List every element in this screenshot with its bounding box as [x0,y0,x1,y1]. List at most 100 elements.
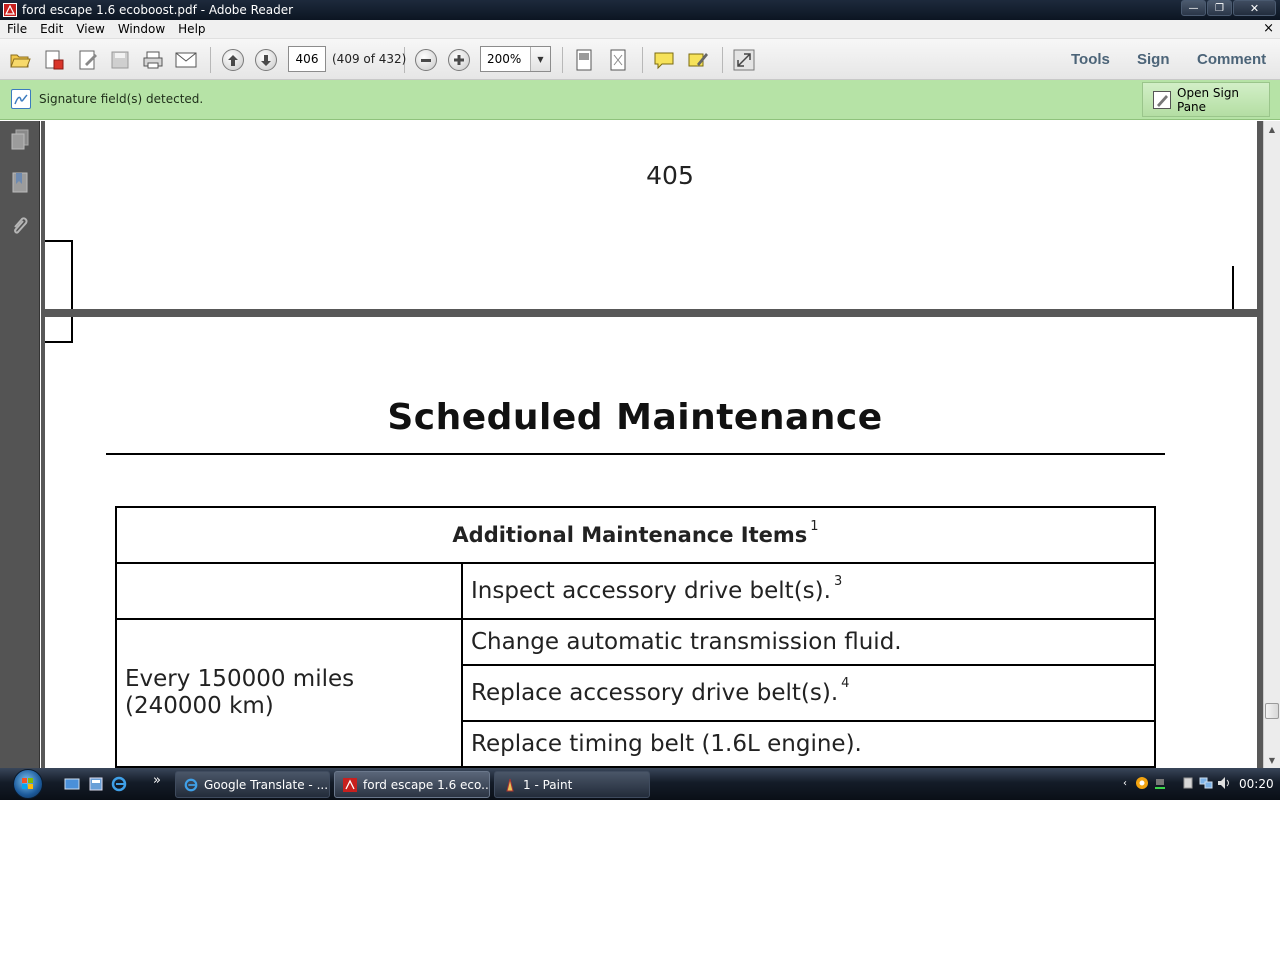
update-notifier-icon[interactable] [1135,776,1149,790]
clock[interactable]: 00:20 [1239,777,1274,791]
adobe-reader-app-icon [3,3,17,17]
previous-page: 405 [45,121,1257,309]
table-row: Every 150000 miles (240000 km) Change au… [115,618,1156,768]
taskbar-button-adobe-reader[interactable]: ford escape 1.6 eco... [334,771,490,798]
toolbar-separator [210,47,211,73]
crop-mark [71,240,73,309]
interval-cell [115,562,463,620]
toolbar-separator [642,47,643,73]
table-header: Additional Maintenance Items 1 [115,506,1156,564]
maximize-button[interactable]: ❐ [1207,0,1232,16]
menu-file[interactable]: File [0,22,33,36]
scrollbar-thumb[interactable] [1265,703,1279,719]
maintenance-table: Additional Maintenance Items 1 Inspect ac… [115,506,1156,768]
screen: ford escape 1.6 ecoboost.pdf - Adobe Rea… [0,0,1280,800]
internet-explorer-icon [183,777,199,793]
close-button[interactable]: ✕ [1233,0,1276,16]
create-pdf-icon[interactable] [42,48,66,72]
minimize-button[interactable]: — [1181,0,1206,16]
title-bar: ford escape 1.6 ecoboost.pdf - Adobe Rea… [0,0,1280,20]
paint-icon [502,777,518,793]
show-desktop-icon[interactable] [64,776,80,792]
internet-explorer-icon[interactable] [111,776,127,792]
taskbar-button-paint[interactable]: 1 - Paint [494,771,650,798]
taskbar: » Google Translate - ... ford escape 1.6… [0,768,1280,800]
start-button[interactable] [9,768,47,800]
next-page-icon[interactable] [254,48,278,72]
show-hidden-icons-icon[interactable]: ‹ [1118,776,1132,790]
page-number-input[interactable]: 406 [288,46,326,72]
attachments-icon[interactable] [9,215,31,237]
print-icon[interactable] [141,48,165,72]
menu-view[interactable]: View [69,22,110,36]
page-count-label: (409 of 432) [332,52,407,66]
document-viewer[interactable]: 405 Scheduled Maintenance Additional Mai… [41,121,1263,768]
table-row: Inspect accessory drive belt(s). 3 [115,562,1156,620]
item-label: Replace timing belt (1.6L engine). [471,731,862,757]
signature-icon [11,89,31,109]
switch-windows-icon[interactable] [88,776,104,792]
item-label: Replace accessory drive belt(s). [471,680,839,706]
crop-mark [71,317,73,343]
scroll-up-icon[interactable]: ▲ [1264,121,1280,137]
scroll-down-icon[interactable]: ▼ [1264,752,1280,768]
item-cell: Change automatic transmission fluid. [461,618,1156,666]
fit-page-icon[interactable] [606,48,630,72]
close-document-button[interactable]: × [1263,21,1274,36]
full-screen-icon[interactable] [732,48,756,72]
zoom-value: 200% [487,52,522,66]
tools-link[interactable]: Tools [1071,51,1110,68]
footnote-marker: 4 [841,676,850,692]
open-file-icon[interactable] [8,48,32,72]
save-icon[interactable] [108,48,132,72]
speaker-icon[interactable] [1217,776,1231,790]
heading-rule [106,453,1165,455]
menu-edit[interactable]: Edit [33,22,69,36]
scrolling-mode-icon[interactable] [572,48,596,72]
edit-document-icon[interactable] [76,48,100,72]
crop-mark [45,341,71,343]
toolbar-separator [562,47,563,73]
zoom-in-icon[interactable] [447,48,471,72]
taskbar-button-google-translate[interactable]: Google Translate - ... [175,771,330,798]
vertical-scrollbar[interactable]: ▲ ▼ [1263,121,1280,768]
bookmarks-icon[interactable] [9,172,31,194]
previous-page-icon[interactable] [221,48,245,72]
signature-notification-bar: Signature field(s) detected. Open Sign P… [0,80,1280,120]
add-sticky-note-icon[interactable] [652,48,676,72]
chevron-down-icon[interactable]: ▼ [530,47,550,71]
window-title: ford escape 1.6 ecoboost.pdf - Adobe Rea… [22,3,294,17]
zoom-out-icon[interactable] [414,48,438,72]
open-sign-pane-label: Open Sign Pane [1177,85,1240,114]
page-number: 405 [646,161,694,190]
crop-mark [45,240,71,242]
footnote-marker: 3 [833,574,843,590]
network-icon[interactable] [1199,776,1213,790]
current-page: Scheduled Maintenance Additional Mainten… [45,317,1257,768]
email-icon[interactable] [174,48,198,72]
taskbar-button-label: 1 - Paint [523,777,573,792]
table-header-label: Additional Maintenance Items [452,523,808,547]
footnote-marker: 1 [810,519,819,534]
windows-logo-icon [13,769,43,799]
system-tray: ‹ 00:20 [1118,768,1280,800]
volume-meter-icon[interactable] [1153,776,1167,790]
comment-link[interactable]: Comment [1197,51,1266,68]
taskbar-button-label: ford escape 1.6 eco... [363,777,490,792]
section-heading: Scheduled Maintenance [387,397,883,438]
item-cell: Inspect accessory drive belt(s). 3 [461,562,1156,620]
item-label: Inspect accessory drive belt(s). [471,578,831,604]
safely-remove-hardware-icon[interactable] [1181,776,1195,790]
interval-label: Every 150000 miles (240000 km) [125,666,355,719]
item-label: Change automatic transmission fluid. [471,629,902,655]
item-cell: Replace timing belt (1.6L engine). [461,720,1156,768]
menu-help[interactable]: Help [171,22,211,36]
zoom-select[interactable]: 200% ▼ [480,46,551,72]
quick-launch-more-icon[interactable]: » [153,773,169,789]
page-thumbnails-icon[interactable] [9,129,31,151]
menu-window[interactable]: Window [111,22,171,36]
open-sign-pane-button[interactable]: Open Sign Pane [1142,82,1270,117]
highlight-text-icon[interactable] [686,48,710,72]
sign-link[interactable]: Sign [1137,51,1170,68]
interval-cell: Every 150000 miles (240000 km) [115,618,463,768]
